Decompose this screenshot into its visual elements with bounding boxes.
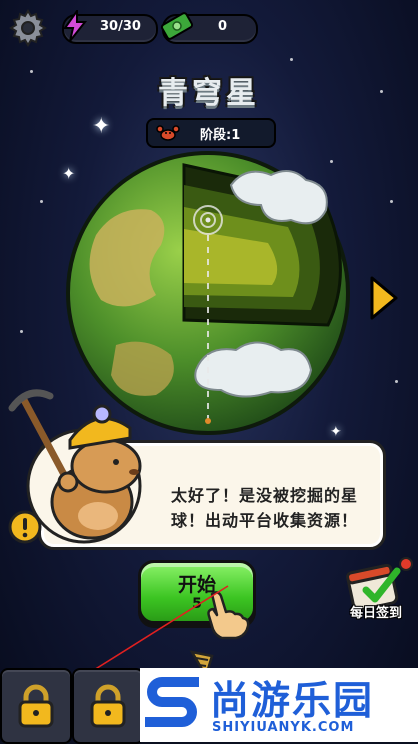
s-logo-icon: [145, 677, 199, 727]
daily-checkin-label[interactable]: 每日签到: [336, 602, 416, 621]
hand-pointer-icon: [207, 591, 250, 640]
stage-label: 阶段:1: [200, 128, 241, 143]
sparkle: ✦: [92, 114, 111, 139]
energy-value: 30/30: [100, 19, 141, 34]
locked-slot-1[interactable]: [0, 668, 72, 744]
arrow-right-icon[interactable]: [368, 274, 400, 322]
lock-icon: [90, 684, 126, 728]
cash-icon: [160, 12, 194, 40]
star: [40, 200, 43, 203]
locked-slot-2[interactable]: [72, 668, 144, 744]
lightning-icon: [63, 10, 88, 42]
star: [290, 58, 293, 61]
gear-icon[interactable]: [8, 8, 48, 48]
star: [395, 380, 398, 383]
watermark-cn: 尚游乐园: [210, 679, 375, 724]
planet-name: 青穹星: [158, 76, 260, 111]
star: [390, 200, 393, 203]
crab-icon: [156, 125, 180, 141]
stage-indicator: 阶段:1: [146, 118, 276, 148]
lock-icon: [18, 684, 54, 728]
dialog-text: 太好了！是没被挖掘的星球！出动平台收集资源！: [171, 486, 359, 530]
warning-icon[interactable]: [8, 510, 42, 544]
watermark: 尚游乐园 SHIYIUANYK.COM: [140, 668, 418, 742]
star: [20, 330, 23, 333]
watermark-en: SHIYIUANYK.COM: [212, 720, 355, 735]
cash-value: 0: [218, 19, 228, 34]
